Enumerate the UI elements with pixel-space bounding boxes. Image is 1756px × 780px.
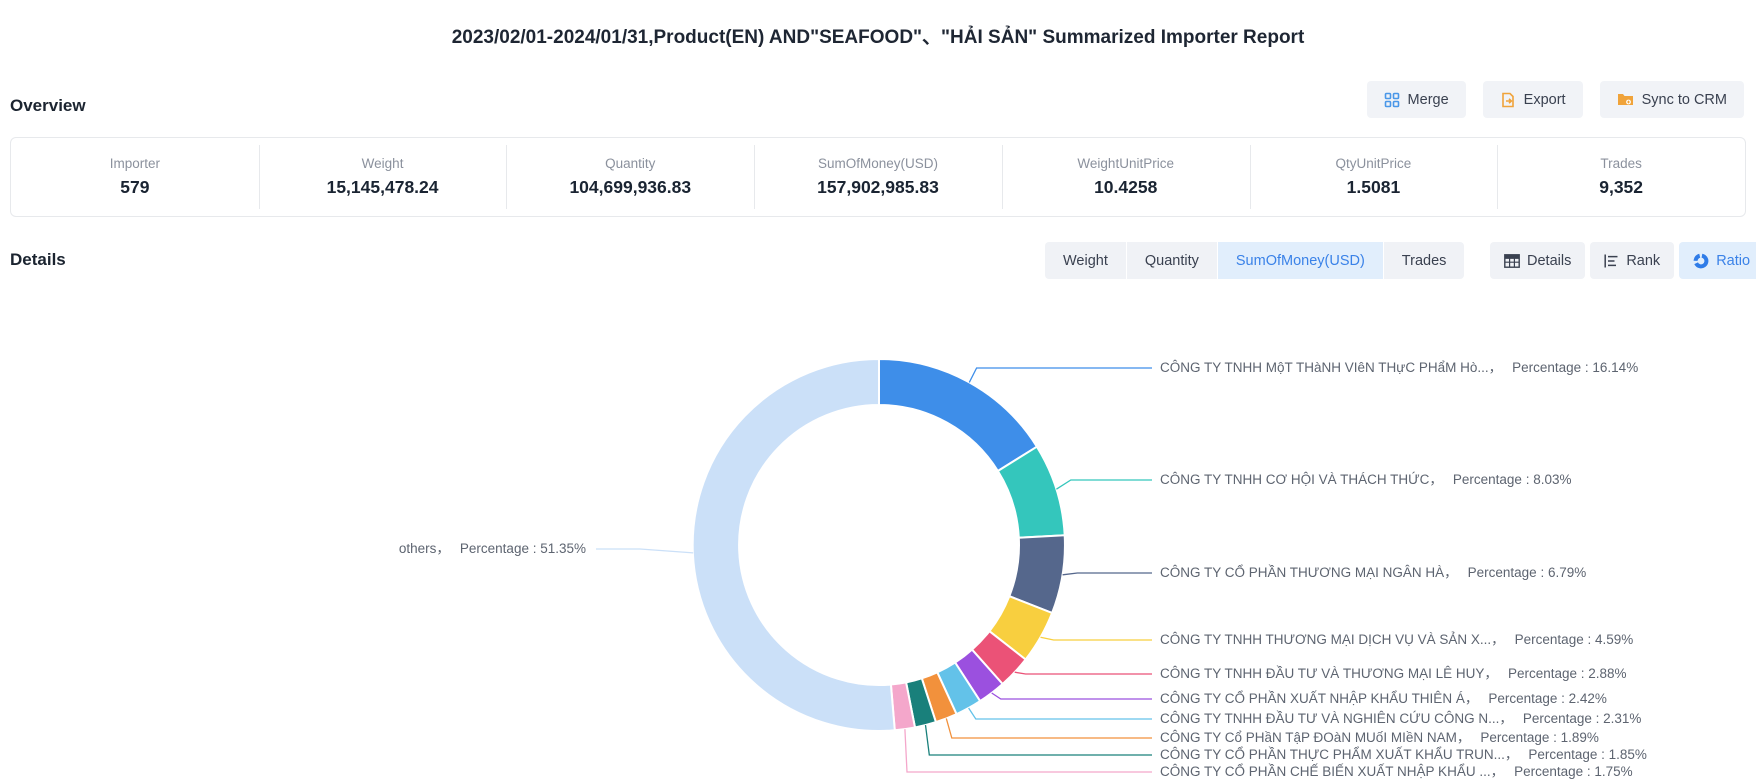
chart-label-name: CÔNG TY TNHH CƠ HỘI VÀ THÁCH THỨC， [1160, 472, 1443, 487]
leader-line-5 [992, 693, 1152, 699]
chart-label-name: CÔNG TY CỔ PHẦN THỰC PHẨM XUẤT KHẨU TRUN… [1160, 747, 1518, 762]
chart-label-percent: Percentage : 16.14% [1512, 360, 1638, 375]
leader-line-9 [905, 729, 1152, 772]
chart-label-0: CÔNG TY TNHH MộT THàNH VIêN THựC PHẩM Hò… [1160, 358, 1638, 378]
chart-label-percent: Percentage : 2.42% [1488, 691, 1607, 706]
chart-label-name: CÔNG TY TNHH MộT THàNH VIêN THựC PHẩM Hò… [1160, 360, 1502, 375]
chart-label-name: CÔNG TY CỔ PHẦN THƯƠNG MẠI NGÂN HÀ， [1160, 565, 1458, 580]
leader-line-1 [1056, 480, 1152, 489]
chart-label-name: CÔNG TY Cổ PHầN TậP ĐOàN MUốI MIềN NAM， [1160, 730, 1470, 745]
chart-label-percent: Percentage : 6.79% [1468, 565, 1587, 580]
chart-label-name: CÔNG TY TNHH ĐẦU TƯ VÀ THƯƠNG MẠI LÊ HUY… [1160, 666, 1498, 681]
chart-label-percent: Percentage : 2.88% [1508, 666, 1627, 681]
chart-label-4: CÔNG TY TNHH ĐẦU TƯ VÀ THƯƠNG MẠI LÊ HUY… [1160, 664, 1627, 684]
chart-label-5: CÔNG TY CỔ PHẦN XUẤT NHẬP KHẨU THIÊN Á， P… [1160, 689, 1607, 709]
importer-ratio-donut-chart: CÔNG TY TNHH MộT THàNH VIêN THựC PHẩM Hò… [0, 0, 1756, 780]
leader-line-6 [969, 708, 1152, 719]
chart-label-percent: Percentage : 8.03% [1453, 472, 1572, 487]
leader-line-7 [946, 718, 1152, 738]
leader-line-3 [1041, 637, 1153, 640]
leader-line-2 [1063, 573, 1152, 575]
chart-label-others: others， Percentage : 51.35% [399, 539, 586, 559]
leader-line-others [596, 549, 693, 553]
chart-label-3: CÔNG TY TNHH THƯƠNG MẠI DỊCH VỤ VÀ SẢN X… [1160, 630, 1633, 650]
donut-slice-10[interactable] [693, 359, 895, 731]
donut-chart-svg [0, 0, 1756, 780]
chart-label-percent: Percentage : 1.89% [1480, 730, 1599, 745]
donut-slice-0[interactable] [879, 359, 1037, 471]
chart-label-percent: Percentage : 1.85% [1528, 747, 1647, 762]
chart-label-name: CÔNG TY CỔ PHẦN CHẾ BIẾN XUẤT NHẬP KHẨU … [1160, 764, 1504, 779]
chart-label-name: CÔNG TY TNHH ĐẦU TƯ VÀ NGHIÊN CỨU CÔNG N… [1160, 711, 1513, 726]
importer-report-page: 2023/02/01-2024/01/31,Product(EN) AND"SE… [0, 0, 1756, 780]
leader-line-4 [1015, 672, 1152, 674]
chart-label-name: CÔNG TY CỔ PHẦN XUẤT NHẬP KHẨU THIÊN Á， [1160, 691, 1478, 706]
chart-label-1: CÔNG TY TNHH CƠ HỘI VÀ THÁCH THỨC， Percen… [1160, 470, 1571, 490]
chart-label-name: CÔNG TY TNHH THƯƠNG MẠI DỊCH VỤ VÀ SẢN X… [1160, 632, 1505, 647]
chart-label-percent: Percentage : 2.31% [1523, 711, 1642, 726]
chart-label-9: CÔNG TY CỔ PHẦN CHẾ BIẾN XUẤT NHẬP KHẨU … [1160, 762, 1633, 780]
chart-label-percent: Percentage : 51.35% [460, 541, 586, 556]
chart-label-percent: Percentage : 1.75% [1514, 764, 1633, 779]
chart-label-percent: Percentage : 4.59% [1515, 632, 1634, 647]
leader-line-0 [969, 368, 1152, 382]
chart-label-6: CÔNG TY TNHH ĐẦU TƯ VÀ NGHIÊN CỨU CÔNG N… [1160, 709, 1641, 729]
chart-label-name: others， [399, 541, 450, 556]
chart-label-2: CÔNG TY CỔ PHẦN THƯƠNG MẠI NGÂN HÀ， Perce… [1160, 563, 1586, 583]
leader-line-8 [926, 725, 1153, 755]
